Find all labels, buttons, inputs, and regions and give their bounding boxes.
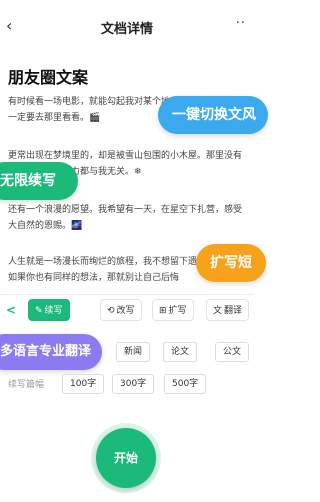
expand-icon: ⊞ (159, 306, 167, 316)
document-title: 朋友圈文案 (8, 68, 89, 87)
page-title: 文档详情 (100, 22, 153, 37)
length-option-500[interactable]: 500字 (164, 374, 207, 394)
length-option-100[interactable]: 100字 (62, 374, 105, 394)
translate-label: 翻译 (224, 306, 243, 316)
length-option-300[interactable]: 300字 (112, 374, 155, 394)
collapse-chevron-icon[interactable]: < (6, 303, 16, 317)
translate-icon: 文 (213, 306, 223, 316)
rewrite-label: 改写 (116, 306, 135, 316)
style-option-news[interactable]: 新闻 (116, 342, 151, 362)
one-click-switch-style-badge: 一键切换文风 (158, 96, 268, 134)
expand-button[interactable]: ⊞ 扩写 (152, 299, 194, 321)
continue-writing-label: 续写 (44, 306, 63, 316)
unlimited-continue-badge: 无限续写 (0, 162, 78, 200)
rewrite-button[interactable]: ⟲ 改写 (100, 299, 142, 321)
refresh-icon: ⟲ (107, 306, 115, 316)
more-options-icon[interactable]: ·· (236, 16, 246, 31)
pen-icon: ✎ (35, 306, 43, 316)
length-label: 续写篇幅 (8, 380, 45, 390)
expand-short-badge: 扩写短 (196, 244, 266, 282)
style-option-official[interactable]: 公文 (215, 342, 250, 362)
continue-writing-button[interactable]: ✎ 续写 (28, 299, 70, 321)
style-option-paper[interactable]: 论文 (163, 342, 198, 362)
multilang-translate-badge: 多语言专业翻译 (0, 334, 102, 370)
document-paragraph: 还有一个浪漫的愿望。我希望有一天，在星空下扎营，感受大自然的恩赐。🌌 (8, 205, 243, 231)
writing-toolbar: < ✎ 续写 ⟲ 改写 ⊞ 扩写 文翻译 (0, 294, 254, 324)
top-nav-bar: ‹ 文档详情 ·· (0, 0, 254, 52)
translate-button[interactable]: 文翻译 (206, 299, 250, 321)
expand-label: 扩写 (168, 306, 187, 316)
start-button[interactable]: 开始 (96, 428, 156, 488)
